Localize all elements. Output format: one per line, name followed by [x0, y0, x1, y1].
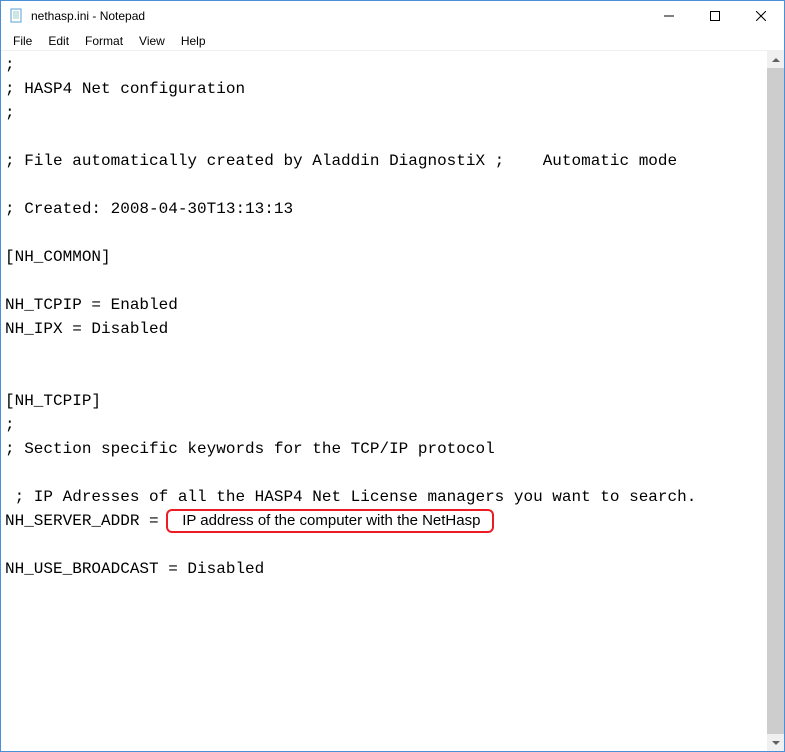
- text-line: [NH_COMMON]: [5, 245, 763, 269]
- text-line: [NH_TCPIP]: [5, 389, 763, 413]
- menu-help[interactable]: Help: [173, 32, 214, 50]
- minimize-button[interactable]: [646, 1, 692, 31]
- menu-format[interactable]: Format: [77, 32, 131, 50]
- vertical-scrollbar[interactable]: [767, 51, 784, 751]
- ip-highlight-annotation: IP address of the computer with the NetH…: [166, 509, 494, 533]
- text-line: NH_IPX = Disabled: [5, 317, 763, 341]
- text-line: ;: [5, 53, 763, 77]
- text-line: NH_TCPIP = Enabled: [5, 293, 763, 317]
- text-line: [5, 533, 763, 557]
- notepad-icon: [9, 8, 25, 24]
- notepad-window: nethasp.ini - Notepad File Edit Format V…: [0, 0, 785, 752]
- text-line: ; Created: 2008-04-30T13:13:13: [5, 197, 763, 221]
- editor-area: ;; HASP4 Net configuration;; File automa…: [1, 51, 784, 751]
- text-line: [5, 365, 763, 389]
- menu-edit[interactable]: Edit: [40, 32, 77, 50]
- text-line: [5, 269, 763, 293]
- text-line: ; IP Adresses of all the HASP4 Net Licen…: [5, 485, 763, 509]
- text-line: [5, 173, 763, 197]
- menu-view[interactable]: View: [131, 32, 173, 50]
- window-controls: [646, 1, 784, 31]
- scroll-thumb[interactable]: [767, 68, 784, 734]
- text-line: ; HASP4 Net configuration: [5, 77, 763, 101]
- text-line: [5, 461, 763, 485]
- text-line: [5, 221, 763, 245]
- scroll-track[interactable]: [767, 68, 784, 734]
- text-line: NH_USE_BROADCAST = Disabled: [5, 557, 763, 581]
- text-line: ;: [5, 101, 763, 125]
- text-line: [5, 125, 763, 149]
- menubar: File Edit Format View Help: [1, 31, 784, 51]
- text-editor[interactable]: ;; HASP4 Net configuration;; File automa…: [1, 51, 767, 751]
- titlebar[interactable]: nethasp.ini - Notepad: [1, 1, 784, 31]
- close-button[interactable]: [738, 1, 784, 31]
- text-line: ; Section specific keywords for the TCP/…: [5, 437, 763, 461]
- text-line: ;: [5, 413, 763, 437]
- server-addr-prefix: NH_SERVER_ADDR =: [5, 512, 168, 530]
- menu-file[interactable]: File: [5, 32, 40, 50]
- scroll-down-arrow[interactable]: [767, 734, 784, 751]
- maximize-button[interactable]: [692, 1, 738, 31]
- scroll-up-arrow[interactable]: [767, 51, 784, 68]
- window-title: nethasp.ini - Notepad: [31, 9, 646, 23]
- server-addr-line: NH_SERVER_ADDR = IP address of the compu…: [5, 509, 763, 533]
- text-line: ; File automatically created by Aladdin …: [5, 149, 763, 173]
- text-line: [5, 341, 763, 365]
